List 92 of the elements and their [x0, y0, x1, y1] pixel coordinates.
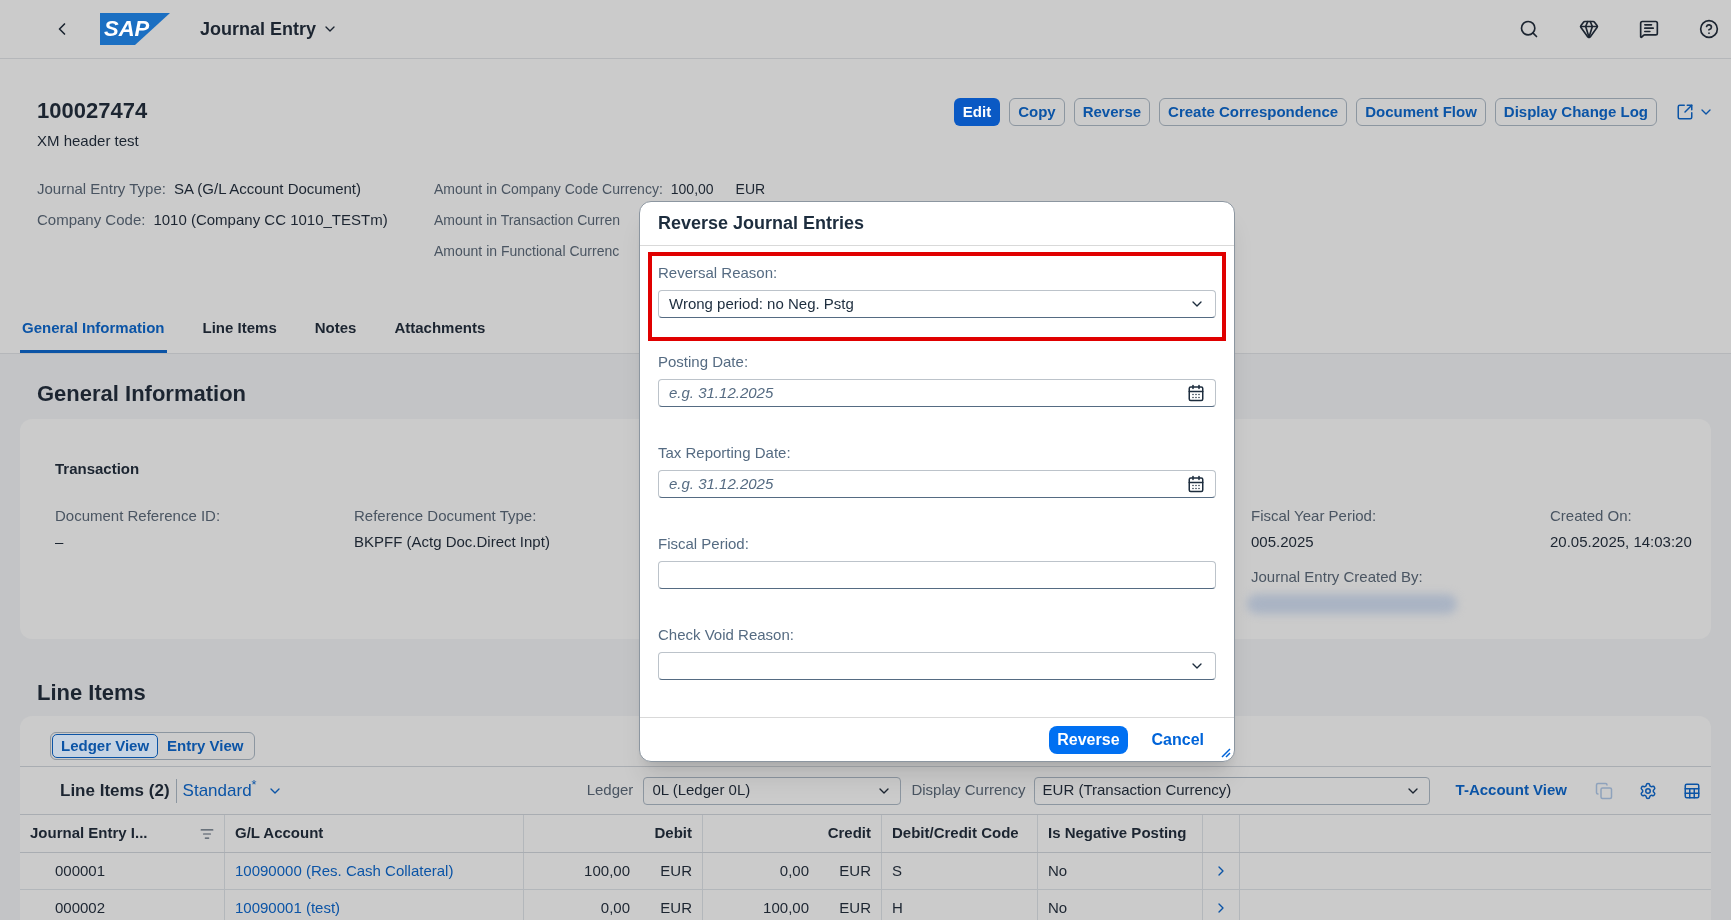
attribute-label: Amount in Transaction Curren: [434, 210, 620, 229]
column-header: Is Negative Posting: [1048, 823, 1187, 844]
table-cell-text: EUR: [839, 860, 871, 881]
ledger-select[interactable]: 0L (Ledger 0L): [643, 776, 902, 805]
diamond-icon[interactable]: [1579, 19, 1599, 39]
field-label: Posting Date:: [658, 353, 750, 371]
currency-label: Display Currency: [911, 780, 1026, 801]
table-cell-text: No: [1048, 860, 1068, 881]
date-field[interactable]: e.g. 31.12.2025: [658, 470, 1216, 498]
attribute-label: Company Code:: [37, 210, 146, 229]
logo: SAP: [100, 13, 170, 45]
column-header: Debit/Credit Code: [892, 823, 1019, 844]
field-value: BKPFF (Actg Doc.Direct Inpt): [354, 532, 551, 552]
attribute-label: Amount in Company Code Currency:: [434, 179, 663, 198]
select-field[interactable]: Wrong period: no Neg. Pstg: [658, 290, 1216, 318]
table-cell-text: No: [1048, 897, 1068, 918]
column-header: Credit: [827, 823, 871, 844]
attribute-value: 100,00: [670, 179, 714, 198]
column-header: Journal Entry I...: [30, 823, 148, 844]
field-label: Reference Document Type:: [354, 505, 538, 526]
spreadsheet-icon[interactable]: [1683, 781, 1701, 800]
field-label: Document Reference ID:: [55, 505, 222, 526]
resize-handle-icon[interactable]: [1219, 746, 1231, 758]
calendar-icon[interactable]: [1187, 475, 1205, 493]
settings-icon[interactable]: [1639, 781, 1657, 800]
field-value: 20.05.2025, 14:03:20: [1550, 532, 1692, 552]
section-title: Line Items: [37, 680, 146, 706]
action-button[interactable]: Copy: [1009, 98, 1065, 126]
table-cell-text: 0,00: [600, 897, 630, 918]
field-label: Check Void Reason:: [658, 626, 795, 644]
view-toggle[interactable]: Ledger View: [52, 734, 159, 758]
input-field[interactable]: [658, 561, 1216, 589]
field-label: Fiscal Year Period:: [1251, 505, 1378, 526]
date-field[interactable]: e.g. 31.12.2025: [658, 379, 1216, 407]
variant-menu[interactable]: Standard$^{*}$: [182, 777, 283, 804]
table-cell-text: S: [892, 860, 902, 881]
field-value: –: [55, 532, 65, 552]
section-title: General Information: [37, 381, 247, 407]
t-account-link[interactable]: T-Account View: [1455, 779, 1567, 802]
field-value: 005.2025: [1251, 532, 1315, 552]
reverse-button[interactable]: Reverse: [1049, 725, 1128, 754]
field-label: Created On:: [1550, 505, 1633, 526]
tab[interactable]: General Information: [20, 307, 167, 353]
attribute-value: SA (G/L Account Document): [173, 179, 361, 198]
table-cell-text: 100,00: [584, 860, 630, 881]
attribute-label: Amount in Functional Currenc: [434, 241, 620, 260]
tab[interactable]: Attachments: [392, 307, 488, 353]
table-cell-text: 000002: [55, 897, 106, 918]
cancel-button[interactable]: Cancel: [1147, 725, 1208, 754]
tab[interactable]: Notes: [312, 307, 359, 353]
table-cell-text: EUR: [660, 897, 692, 918]
table-cell-text: 0,00: [779, 860, 809, 881]
tab[interactable]: Line Items: [200, 307, 279, 353]
share-icon[interactable]: [1676, 103, 1694, 121]
chat-icon[interactable]: [1639, 19, 1659, 39]
column-header: G/L Account: [235, 823, 324, 844]
field-label: Tax Reporting Date:: [658, 444, 792, 462]
app-title-menu[interactable]: Journal Entry: [200, 15, 339, 43]
action-button[interactable]: Display Change Log: [1494, 98, 1657, 126]
account-link[interactable]: 10090000 (Res. Cash Collateral): [235, 859, 454, 883]
calendar-icon[interactable]: [1187, 384, 1205, 402]
date-input[interactable]: e.g. 31.12.2025: [669, 381, 1187, 405]
action-button[interactable]: Reverse: [1073, 98, 1151, 126]
field-label: Reversal Reason:: [658, 264, 779, 282]
attribute-value: 1010 (Company CC 1010_TESTm): [153, 210, 388, 229]
currency-select[interactable]: EUR (Transaction Currency): [1033, 776, 1430, 805]
group-title: Transaction: [55, 459, 141, 479]
field-label: Journal Entry Created By:: [1251, 566, 1424, 587]
object-title: 100027474: [37, 98, 148, 124]
view-toggle[interactable]: Entry View: [158, 734, 253, 758]
table-cell-text: 100,00: [763, 897, 809, 918]
action-button[interactable]: Document Flow: [1356, 98, 1486, 126]
dialog-title: Reverse Journal Entries: [658, 212, 865, 235]
date-input[interactable]: e.g. 31.12.2025: [669, 472, 1187, 496]
search-icon[interactable]: [1519, 19, 1539, 39]
field-label: Fiscal Period:: [658, 535, 750, 553]
select-field[interactable]: [658, 652, 1216, 680]
object-subtitle: XM header test: [37, 131, 140, 151]
table-title: Line Items (2): [60, 779, 170, 802]
help-icon[interactable]: [1699, 19, 1719, 39]
action-button[interactable]: Edit: [953, 98, 1001, 126]
attribute-label: Journal Entry Type:: [37, 179, 166, 198]
ledger-label: Ledger: [586, 780, 634, 801]
table-cell-text: H: [892, 897, 903, 918]
sort-icon: [200, 826, 214, 841]
account-link[interactable]: 10090001 (test): [235, 896, 341, 920]
table-cell-text: 000001: [55, 860, 106, 881]
table-cell-text: EUR: [839, 897, 871, 918]
action-button[interactable]: Create Correspondence: [1159, 98, 1348, 126]
attribute-unit: EUR: [735, 179, 766, 198]
table-cell-text: EUR: [660, 860, 692, 881]
column-header: Debit: [654, 823, 692, 844]
